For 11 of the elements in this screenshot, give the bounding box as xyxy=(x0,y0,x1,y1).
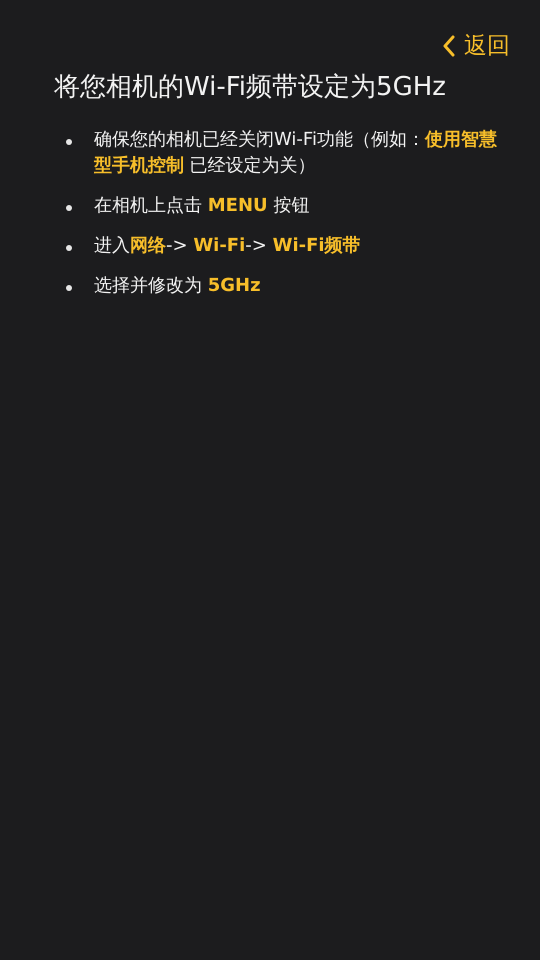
step-text: 进入网络-> Wi-Fi-> Wi-Fi频带 xyxy=(94,234,361,258)
step-text: 选择并修改为 5GHz xyxy=(94,274,261,298)
chevron-left-icon xyxy=(442,34,456,56)
page-title: 将您相机的Wi-Fi频带设定为5GHz xyxy=(54,71,447,104)
step-text: 确保您的相机已经关闭Wi-Fi功能（例如：使用智慧型手机控制 已经设定为关） xyxy=(94,128,498,178)
back-button[interactable]: 返回 xyxy=(442,30,510,61)
bullet-icon xyxy=(66,245,72,251)
bullet-icon xyxy=(66,139,72,145)
bullet-icon xyxy=(66,205,72,211)
step-text: 在相机上点击 MENU 按钮 xyxy=(94,194,310,218)
bullet-icon xyxy=(66,285,72,291)
